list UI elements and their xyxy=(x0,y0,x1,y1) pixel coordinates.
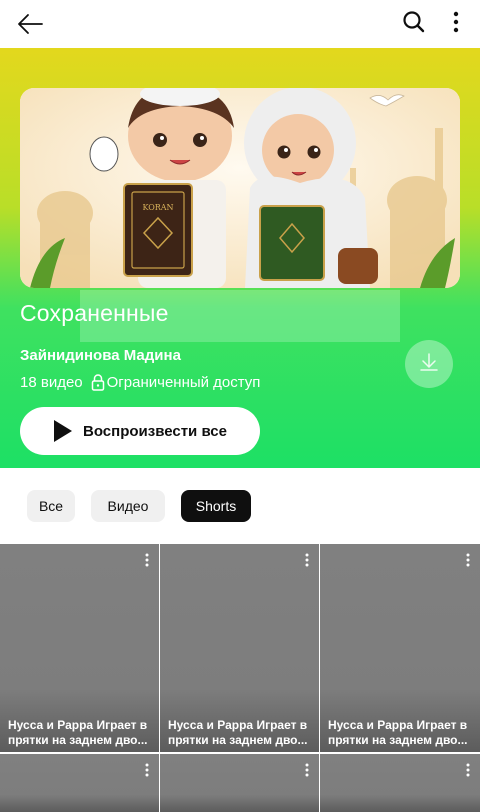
playlist-owner[interactable]: Зайнидинова Мадина xyxy=(20,347,181,364)
short-tile[interactable]: Нусса и Рарра Играет в прятки на заднем … xyxy=(160,544,319,752)
search-icon[interactable] xyxy=(400,8,428,36)
playlist-meta: 18 видео Ограниченный доступ xyxy=(20,373,260,391)
more-vertical-icon[interactable] xyxy=(462,762,474,778)
short-tile[interactable]: Нусса и Рарра Играет в прятки на заднем … xyxy=(0,544,159,752)
short-title: Нусса и Рарра Играет в прятки на заднем … xyxy=(168,718,308,747)
thumbnail-text: KORAN xyxy=(142,203,173,212)
download-icon xyxy=(418,351,440,378)
playlist-thumbnail[interactable]: KORAN xyxy=(20,88,460,288)
access-status: Ограниченный доступ xyxy=(106,373,261,391)
download-button[interactable] xyxy=(405,340,453,388)
top-app-bar xyxy=(0,0,480,48)
short-title: Нусса и Рарра Играет в прятки на заднем … xyxy=(8,718,148,747)
short-tile[interactable] xyxy=(0,754,159,812)
short-tile[interactable] xyxy=(320,754,480,812)
short-title: Нусса и Рарра Играет в прятки на заднем … xyxy=(328,718,468,747)
more-vertical-icon[interactable] xyxy=(141,762,153,778)
lock-icon xyxy=(91,373,105,391)
more-vertical-icon[interactable] xyxy=(462,552,474,568)
play-all-label: Воспроизвести все xyxy=(83,422,227,440)
more-vertical-icon[interactable] xyxy=(446,8,466,36)
arrow-left-icon[interactable] xyxy=(14,8,46,40)
more-vertical-icon[interactable] xyxy=(141,552,153,568)
short-tile[interactable] xyxy=(160,754,319,812)
playlist-header: KORAN Сохраненные Зайнидинова Мадина 18 … xyxy=(0,48,480,468)
more-vertical-icon[interactable] xyxy=(301,762,313,778)
thumbnail-illustration: KORAN xyxy=(20,88,460,288)
playlist-title: Сохраненные xyxy=(20,300,169,326)
play-all-button[interactable]: Воспроизвести все xyxy=(20,407,260,455)
video-count: 18 видео xyxy=(20,373,83,391)
short-tile[interactable]: Нусса и Рарра Играет в прятки на заднем … xyxy=(320,544,480,752)
chip-all[interactable]: Все xyxy=(27,490,75,522)
chip-videos[interactable]: Видео xyxy=(91,490,165,522)
play-icon xyxy=(54,420,72,442)
chip-shorts[interactable]: Shorts xyxy=(181,490,251,522)
shorts-grid: Нусса и Рарра Играет в прятки на заднем … xyxy=(0,544,480,812)
filter-chips: Все Видео Shorts xyxy=(0,490,480,522)
more-vertical-icon[interactable] xyxy=(301,552,313,568)
